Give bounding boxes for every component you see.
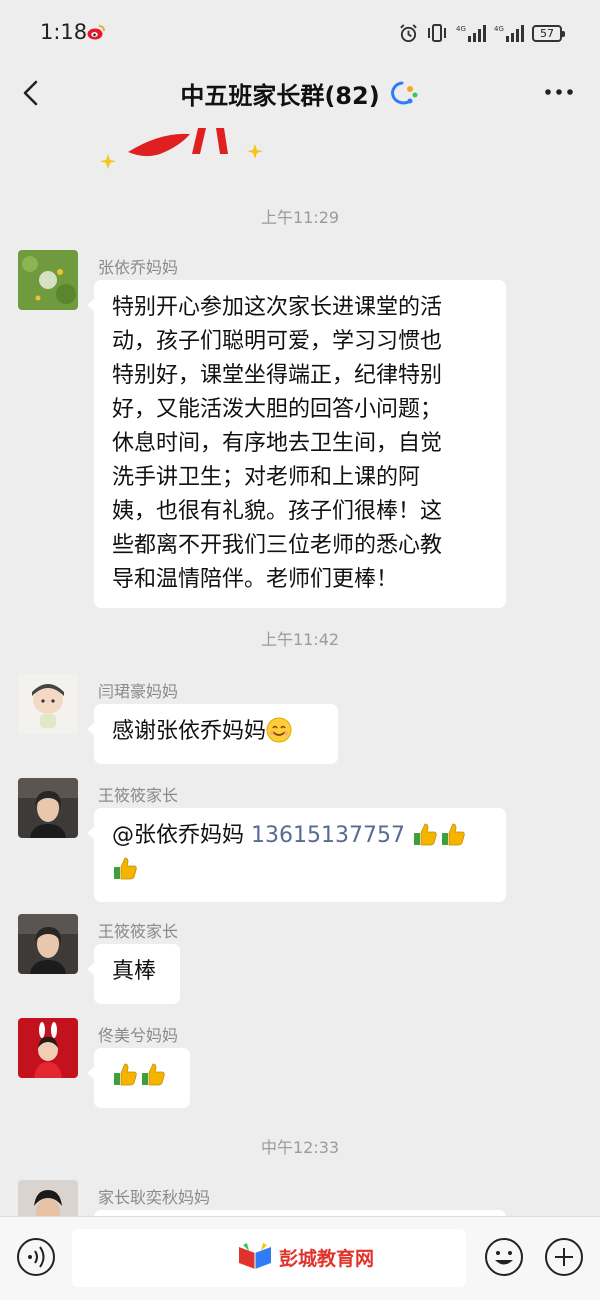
message-bubble[interactable]: @张依乔妈妈 13615137757 <box>87 808 506 902</box>
signal-icon: 4G <box>456 25 486 42</box>
sender-name: 佟美兮妈妈 <box>98 1026 179 1045</box>
message-row: 王筱筱家长 真棒 <box>18 914 538 1004</box>
thumbs-up-icon <box>114 857 137 880</box>
timestamp: 上午11:29 <box>260 208 340 227</box>
svg-text:4G: 4G <box>494 25 504 33</box>
avatar[interactable] <box>18 250 78 310</box>
enterprise-icon <box>390 81 418 104</box>
phone-link[interactable]: 13615137757 <box>251 823 405 848</box>
vibrate-icon <box>428 24 446 42</box>
message-input[interactable]: 彭城教育网 <box>72 1229 466 1287</box>
sender-name: 张依乔妈妈 <box>98 258 179 277</box>
voice-icon[interactable] <box>16 1237 56 1277</box>
message-text: 感谢张依乔妈妈 <box>112 719 267 744</box>
message-bubble[interactable] <box>87 1048 190 1108</box>
sender-name: 闫珺豪妈妈 <box>98 682 179 701</box>
thumbs-up-icon <box>441 823 465 846</box>
smile-icon <box>266 717 292 743</box>
alarm-icon <box>400 23 417 42</box>
message-row: 佟美兮妈妈 <box>18 1018 538 1108</box>
sender-name: 家长耿奕秋妈妈 <box>98 1188 211 1207</box>
watermark: 彭城教育网 <box>237 1241 374 1273</box>
message-line: 特别好，课堂坐得端正，纪律特别 <box>112 363 443 388</box>
timestamp: 上午11:42 <box>260 630 340 649</box>
message-bubble[interactable]: 特别开心参加这次家长进课堂的活 动，孩子们聪明可爱，学习习惯也 特别好，课堂坐得… <box>87 280 506 608</box>
chat-message-list[interactable]: 上午11:29 张依乔妈妈 特别开心参加这次家长进课堂的活 动，孩子们聪明可爱，… <box>0 124 600 1216</box>
thumbs-up-icon <box>114 1063 137 1086</box>
avatar[interactable] <box>18 1180 78 1216</box>
avatar[interactable] <box>18 778 78 838</box>
avatar[interactable] <box>18 914 78 974</box>
plus-icon[interactable] <box>544 1237 584 1277</box>
thumbs-up-icon <box>142 1063 165 1086</box>
message-text: 真棒 <box>112 959 157 984</box>
message-row: 闫珺豪妈妈 感谢张依乔妈妈 <box>18 674 538 764</box>
more-icon[interactable] <box>544 84 574 100</box>
nav-bar: 中五班家长群(82) <box>0 62 600 124</box>
battery-icon: 57 <box>532 24 565 42</box>
message-line: 好，又能活泼大胆的回答小问题； <box>112 397 443 422</box>
message-bubble[interactable]: 真棒 <box>87 944 180 1004</box>
thumbs-up-icon <box>413 823 437 846</box>
avatar[interactable] <box>18 674 78 734</box>
chat-title-wrap[interactable]: 中五班家长群(82) <box>0 76 600 111</box>
message-line: 些都离不开我们三位老师的悉心教 <box>112 533 443 558</box>
mention-text[interactable]: @张依乔妈妈 <box>112 823 244 848</box>
avatar[interactable] <box>18 1018 78 1078</box>
watermark-text: 彭城教育网 <box>279 1247 375 1270</box>
timestamp: 中午12:33 <box>260 1138 340 1157</box>
message-row: 王筱筱家长 @张依乔妈妈 13615137757 <box>18 778 538 902</box>
emoji-icon[interactable] <box>484 1237 524 1277</box>
sender-name: 王筱筱家长 <box>98 786 179 805</box>
chat-title: 中五班家长群(82) <box>180 82 380 110</box>
weibo-icon <box>87 25 105 40</box>
message-line: 导和温情陪伴。老师们更棒！ <box>112 567 399 592</box>
message-row: 张依乔妈妈 特别开心参加这次家长进课堂的活 动，孩子们聪明可爱，学习习惯也 特别… <box>18 250 538 608</box>
message-row: 家长耿奕秋妈妈 <box>18 1180 538 1216</box>
status-time: 1:18 <box>40 20 88 44</box>
signal-icon: 4G <box>494 25 524 42</box>
message-line: 洗手讲卫生；对老师和上课的阿 <box>112 465 421 490</box>
message-line: 特别开心参加这次家长进课堂的活 <box>112 295 443 320</box>
sender-name: 王筱筱家长 <box>98 922 179 941</box>
book-logo-icon <box>239 1243 271 1269</box>
message-line: 动，孩子们聪明可爱，学习习惯也 <box>112 329 443 354</box>
message-line: 姨，也很有礼貌。孩子们很棒！这 <box>112 499 443 524</box>
input-bar: 彭城教育网 <box>0 1216 600 1300</box>
message-line: 休息时间，有序地去卫生间，自觉 <box>112 431 443 456</box>
svg-text:4G: 4G <box>456 25 466 33</box>
status-icons: 4G 4G 57 <box>399 22 565 44</box>
status-bar: 1:18 4G 4G 57 <box>0 0 600 62</box>
message-bubble[interactable]: 感谢张依乔妈妈 <box>87 704 338 764</box>
sticker-image[interactable] <box>100 124 280 174</box>
